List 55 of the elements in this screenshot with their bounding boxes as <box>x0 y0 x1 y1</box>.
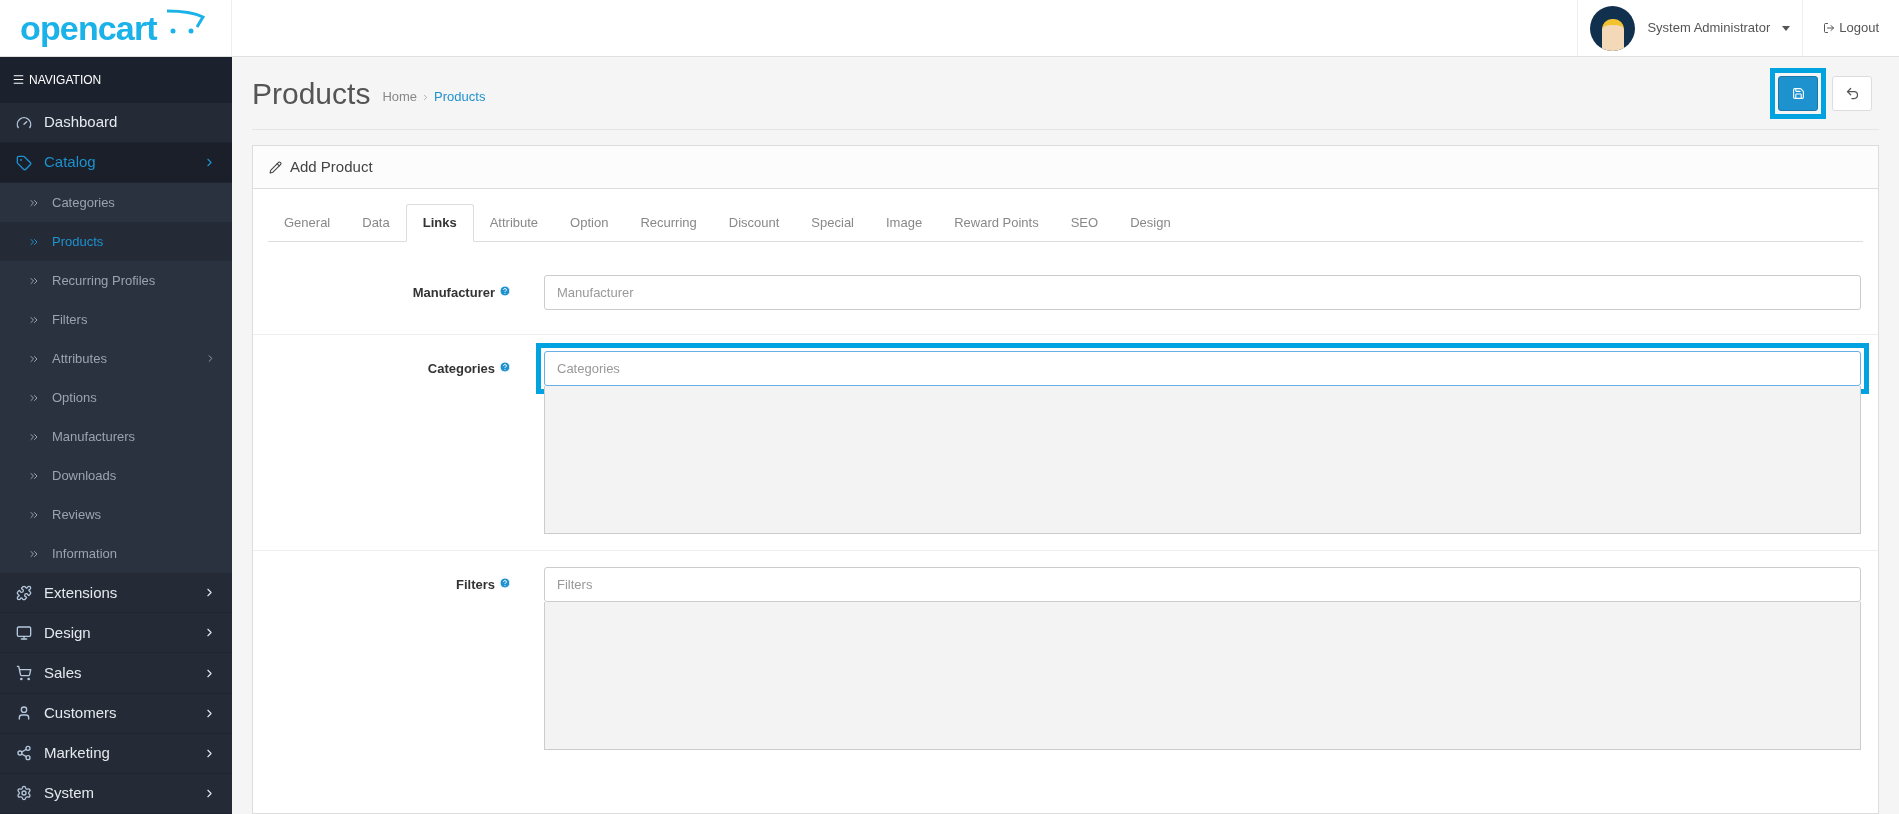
sidebar-item[interactable]: Catalog <box>0 143 232 184</box>
sidebar-subitem[interactable]: Information <box>0 534 232 574</box>
save-icon <box>1791 86 1805 100</box>
field-label: Filters <box>456 576 495 594</box>
tab[interactable]: Design <box>1114 204 1187 241</box>
tab[interactable]: Discount <box>712 204 796 241</box>
sidebar-subitem[interactable]: Options <box>0 378 232 418</box>
avatar <box>1590 5 1636 51</box>
help-icon[interactable] <box>499 361 511 373</box>
sidebar-subitem[interactable]: Categories <box>0 183 232 223</box>
sidebar-subitem[interactable]: Manufacturers <box>0 417 232 457</box>
settings-icon <box>16 785 32 802</box>
gauge-icon <box>16 114 32 131</box>
field-label: Manufacturer <box>412 284 495 302</box>
undo-icon <box>1844 85 1860 101</box>
tab[interactable]: Recurring <box>624 204 713 241</box>
user-menu[interactable]: System Administrator <box>1577 0 1803 56</box>
tab[interactable]: SEO <box>1054 204 1115 241</box>
field-label: Categories <box>427 360 495 378</box>
input-field[interactable]: Categories <box>544 351 1861 386</box>
breadcrumb-link[interactable]: Products <box>434 87 486 107</box>
puzzle-icon <box>16 584 32 601</box>
sidebar-subitem[interactable]: Recurring Profiles <box>0 261 232 301</box>
monitor-icon <box>16 624 32 641</box>
logout-icon <box>1823 22 1836 34</box>
tab[interactable]: Attribute <box>473 204 555 241</box>
sidebar-subitem[interactable]: Reviews <box>0 495 232 535</box>
tab[interactable]: Reward Points <box>938 204 1055 241</box>
tab[interactable]: Data <box>346 204 406 241</box>
caret-icon <box>1782 25 1791 31</box>
sidebar-subitem[interactable]: Attributes <box>0 339 232 379</box>
menu-icon[interactable] <box>12 73 25 87</box>
sidebar-subitem[interactable]: Filters <box>0 300 232 340</box>
input-field[interactable]: Manufacturer <box>544 275 1861 310</box>
help-icon[interactable] <box>499 577 511 589</box>
save-button[interactable] <box>1778 75 1818 111</box>
breadcrumb-link[interactable]: Home <box>382 87 418 107</box>
sidebar-subitem[interactable]: Downloads <box>0 456 232 496</box>
share-icon <box>16 745 32 762</box>
user-icon <box>16 705 32 722</box>
tag-icon <box>16 154 32 171</box>
sidebar-title: NAVIGATION <box>29 72 102 89</box>
logout-link[interactable]: Logout <box>1802 0 1899 56</box>
tab[interactable]: Links <box>405 204 474 242</box>
tab[interactable]: Option <box>554 204 625 241</box>
panel-title: Add Product <box>290 156 373 177</box>
back-button[interactable] <box>1832 75 1872 111</box>
tab[interactable]: Image <box>870 204 939 241</box>
tab[interactable]: Special <box>795 204 870 241</box>
input-field[interactable]: Filters <box>544 567 1861 602</box>
tab[interactable]: General <box>268 204 347 241</box>
help-icon[interactable] <box>499 285 511 297</box>
cart-icon <box>16 665 32 682</box>
page-title: Products <box>252 75 371 112</box>
pencil-icon <box>269 160 282 174</box>
